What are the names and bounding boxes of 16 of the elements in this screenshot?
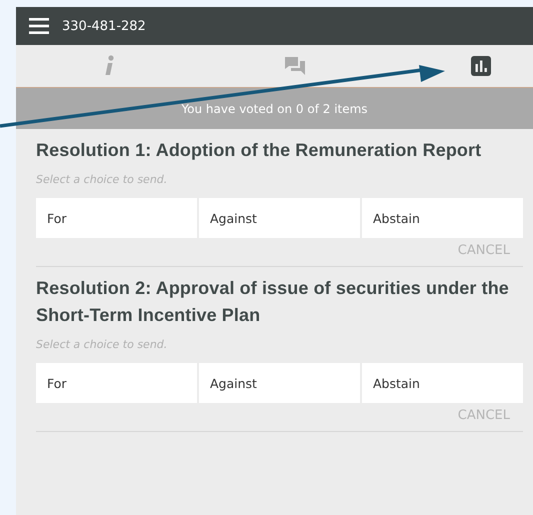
meeting-id: 330-481-282 xyxy=(62,18,146,34)
choice-option[interactable]: Abstain xyxy=(362,198,523,238)
choice-option[interactable]: Against xyxy=(199,363,360,403)
menu-icon[interactable] xyxy=(29,18,49,34)
choice-option[interactable]: Against xyxy=(199,198,360,238)
resolution-title: Resolution 2: Approval of issue of securities under the Short-Term Incentive Plan xyxy=(36,277,510,327)
choice-option[interactable]: For xyxy=(36,198,197,238)
instruction-text: Select a choice to send. xyxy=(36,338,168,351)
choice-option[interactable]: For xyxy=(36,363,197,403)
chat-icon xyxy=(285,57,305,75)
choice-option[interactable]: Abstain xyxy=(362,363,523,403)
instruction-text: Select a choice to send. xyxy=(36,173,168,186)
info-icon xyxy=(104,55,114,77)
bar-chart-icon xyxy=(471,56,491,76)
resolution-title: Resolution 1: Adoption of the Remuneration Report xyxy=(36,139,482,162)
vote-status-text: You have voted on 0 of 2 items xyxy=(181,102,368,116)
